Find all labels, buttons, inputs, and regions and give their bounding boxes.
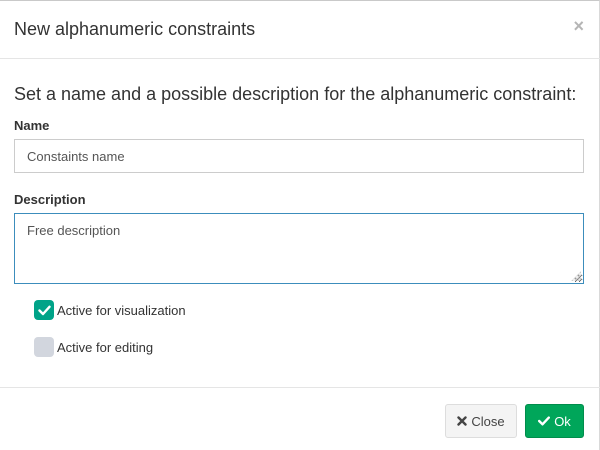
close-button[interactable]: Close xyxy=(445,404,517,438)
close-button-label: Close xyxy=(471,413,505,429)
modal-title: New alphanumeric constraints xyxy=(14,19,256,39)
name-label: Name xyxy=(14,118,50,133)
checkbox-editing[interactable] xyxy=(34,337,54,357)
checkbox-label-editing: Active for editing xyxy=(57,339,154,355)
modal-header: New alphanumeric constraints × xyxy=(0,1,600,59)
name-input[interactable] xyxy=(14,139,584,173)
checkbox-row-visualization[interactable]: Active for visualization xyxy=(34,300,186,320)
dialog-prompt: Set a name and a possible description fo… xyxy=(14,84,577,104)
checkbox-visualization[interactable] xyxy=(34,300,54,320)
description-textarea[interactable]: Free description xyxy=(14,213,584,284)
checkbox-row-editing[interactable]: Active for editing xyxy=(34,337,153,357)
check-icon xyxy=(37,305,51,315)
close-x-button[interactable]: × xyxy=(573,16,584,36)
times-icon xyxy=(457,416,468,426)
check-icon xyxy=(538,416,551,426)
description-label: Description xyxy=(14,192,86,207)
modal-dialog: New alphanumeric constraints × Set a nam… xyxy=(0,0,600,450)
modal-footer: Close Ok xyxy=(0,387,600,450)
ok-button[interactable]: Ok xyxy=(525,404,584,438)
checkbox-label-visualization: Active for visualization xyxy=(57,302,186,318)
ok-button-label: Ok xyxy=(554,413,571,429)
